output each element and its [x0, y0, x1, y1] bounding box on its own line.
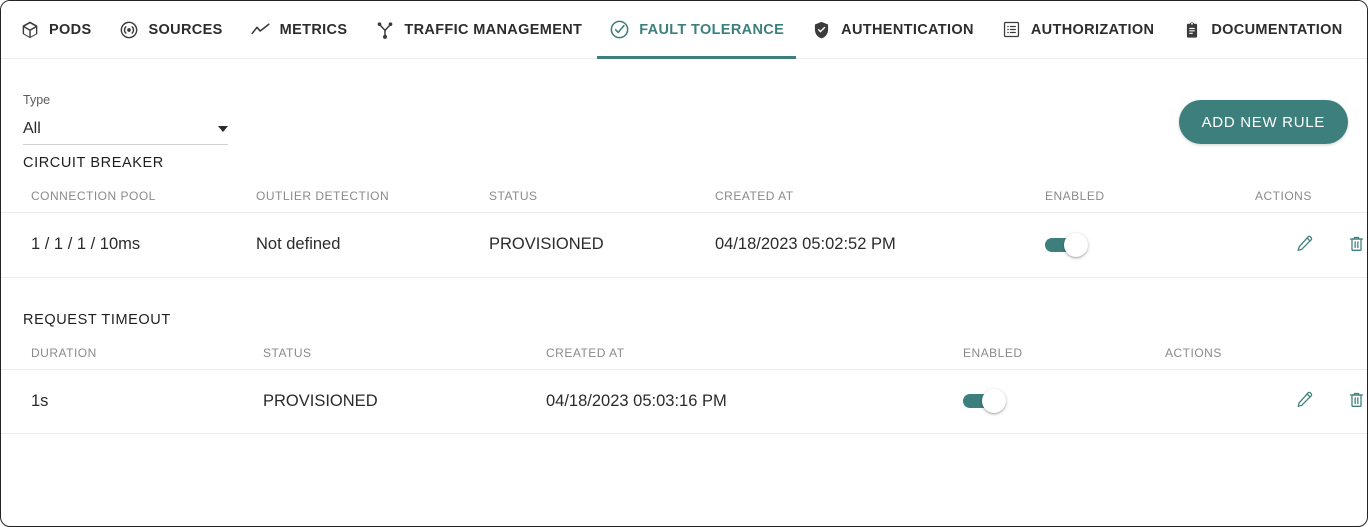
- tab-authorization[interactable]: AUTHORIZATION: [1001, 1, 1168, 59]
- request-timeout-table: DURATION STATUS CREATED AT ENABLED ACTIO…: [1, 345, 1367, 435]
- column-header-connection-pool: CONNECTION POOL: [1, 189, 256, 213]
- table-row: 1s PROVISIONED 04/18/2023 05:03:16 PM: [1, 369, 1367, 434]
- cell-duration: 1s: [1, 369, 263, 434]
- circuit-breaker-section: CIRCUIT BREAKER CONNECTION POOL OUTLIER …: [1, 155, 1367, 278]
- list-box-icon: [1001, 19, 1022, 40]
- fault-tolerance-page: PODS SOURCES METRICS TRAFFIC MANAGEMENT …: [0, 0, 1368, 527]
- trash-icon[interactable]: [1345, 232, 1367, 254]
- cell-status: PROVISIONED: [489, 212, 715, 278]
- tab-traffic-management[interactable]: TRAFFIC MANAGEMENT: [374, 1, 595, 59]
- column-header-duration: DURATION: [1, 345, 263, 370]
- column-header-actions: ACTIONS: [1255, 189, 1367, 213]
- cube-icon: [19, 19, 40, 40]
- column-header-enabled: ENABLED: [1045, 189, 1255, 213]
- row-actions: [1293, 389, 1367, 411]
- tab-documentation[interactable]: DOCUMENTATION: [1181, 1, 1355, 59]
- toggle-knob: [982, 389, 1006, 414]
- clipboard-icon: [1181, 19, 1202, 40]
- row-actions: [1293, 232, 1367, 254]
- type-select-value: All: [23, 120, 41, 137]
- main-tabbar: PODS SOURCES METRICS TRAFFIC MANAGEMENT …: [1, 1, 1367, 59]
- tab-fault-tolerance[interactable]: FAULT TOLERANCE: [597, 1, 797, 59]
- check-circle-icon: [609, 19, 630, 40]
- column-header-status: STATUS: [263, 345, 546, 370]
- column-header-created-at: CREATED AT: [546, 345, 963, 370]
- type-filter-label: Type: [23, 93, 51, 107]
- pencil-icon[interactable]: [1293, 232, 1315, 254]
- toggle-knob: [1064, 232, 1088, 257]
- tab-label: AUTHENTICATION: [841, 21, 974, 38]
- request-timeout-section: REQUEST TIMEOUT DURATION STATUS CREATED …: [1, 312, 1367, 435]
- tab-label: PODS: [49, 21, 92, 38]
- column-header-actions: ACTIONS: [1165, 345, 1367, 370]
- cell-actions: [1255, 212, 1367, 278]
- line-chart-icon: [250, 19, 271, 40]
- tab-authentication[interactable]: AUTHENTICATION: [811, 1, 987, 59]
- cell-outlier-detection: Not defined: [256, 212, 489, 278]
- cell-enabled: [1045, 212, 1255, 278]
- shield-check-icon: [811, 19, 832, 40]
- column-header-status: STATUS: [489, 189, 715, 213]
- table-row: 1 / 1 / 1 / 10ms Not defined PROVISIONED…: [1, 212, 1367, 278]
- column-header-outlier-detection: OUTLIER DETECTION: [256, 189, 489, 213]
- type-select[interactable]: All: [23, 118, 228, 145]
- cell-connection-pool: 1 / 1 / 1 / 10ms: [1, 212, 256, 278]
- tab-label: FAULT TOLERANCE: [639, 21, 785, 38]
- tab-label: AUTHORIZATION: [1030, 21, 1155, 38]
- branch-icon: [374, 19, 395, 40]
- table-header-row: CONNECTION POOL OUTLIER DETECTION STATUS…: [1, 189, 1367, 213]
- enabled-toggle[interactable]: [963, 389, 1006, 414]
- broadcast-icon: [119, 19, 140, 40]
- tab-pods[interactable]: PODS: [19, 1, 105, 59]
- filter-toolbar: Type All ADD NEW RULE: [1, 59, 1367, 155]
- tab-sources[interactable]: SOURCES: [119, 1, 236, 59]
- enabled-toggle[interactable]: [1045, 232, 1088, 257]
- circuit-breaker-table: CONNECTION POOL OUTLIER DETECTION STATUS…: [1, 189, 1367, 278]
- cell-status: PROVISIONED: [263, 369, 546, 434]
- table-header-row: DURATION STATUS CREATED AT ENABLED ACTIO…: [1, 345, 1367, 370]
- cell-actions: [1165, 369, 1367, 434]
- section-title: REQUEST TIMEOUT: [23, 311, 171, 328]
- chevron-down-icon: [218, 126, 228, 132]
- column-header-created-at: CREATED AT: [715, 189, 1045, 213]
- add-new-rule-button[interactable]: ADD NEW RULE: [1178, 100, 1348, 144]
- section-title: CIRCUIT BREAKER: [23, 155, 164, 171]
- tab-label: DOCUMENTATION: [1211, 21, 1343, 38]
- cell-enabled: [963, 369, 1165, 434]
- cell-created-at: 04/18/2023 05:03:16 PM: [546, 369, 963, 434]
- tab-label: TRAFFIC MANAGEMENT: [404, 21, 583, 38]
- cell-created-at: 04/18/2023 05:02:52 PM: [715, 212, 1045, 278]
- tab-metrics[interactable]: METRICS: [250, 1, 361, 59]
- trash-icon[interactable]: [1345, 389, 1367, 411]
- type-filter: Type All: [23, 92, 228, 145]
- column-header-enabled: ENABLED: [963, 345, 1165, 370]
- tab-label: SOURCES: [148, 21, 223, 38]
- pencil-icon[interactable]: [1293, 389, 1315, 411]
- tab-label: METRICS: [279, 21, 348, 38]
